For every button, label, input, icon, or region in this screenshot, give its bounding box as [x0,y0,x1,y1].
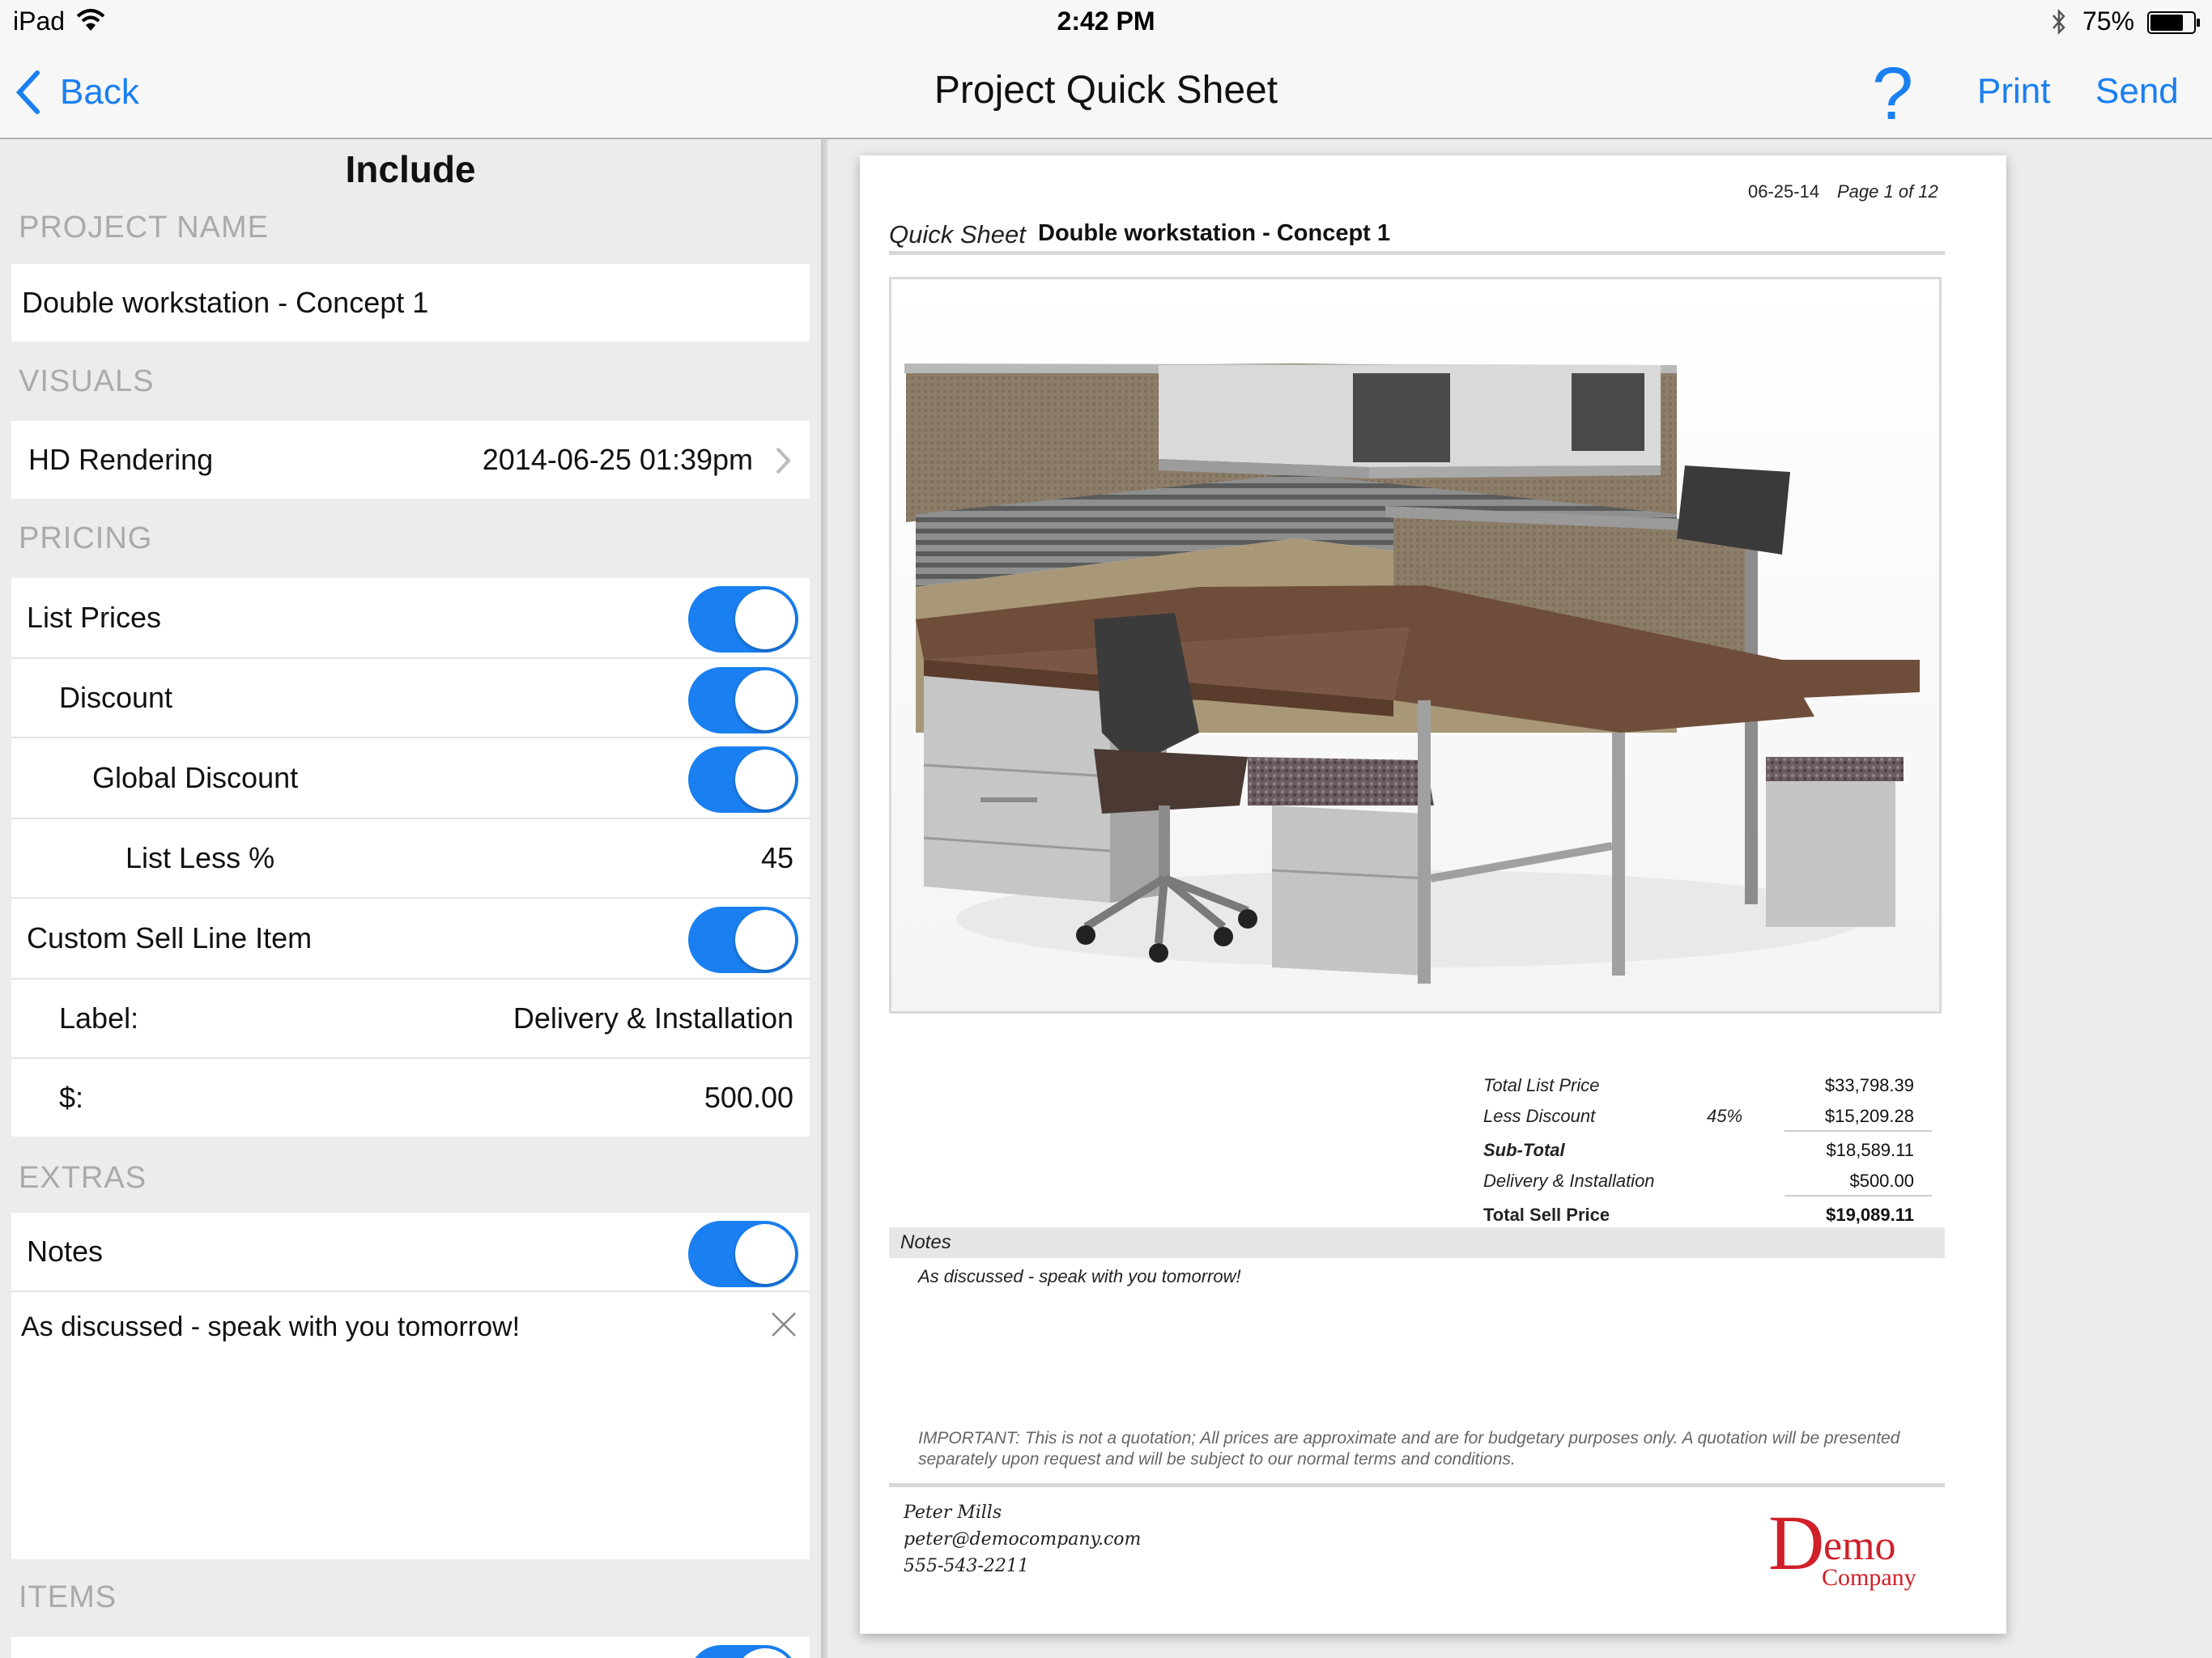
sheet-project-name: Double workstation - Concept 1 [1038,220,1391,246]
list-prices-toggle[interactable] [688,586,798,653]
notes-textarea[interactable]: As discussed - speak with you tomorrow! [11,1292,810,1559]
navigation-bar: Back Project Quick Sheet ? Print Send [0,45,2212,139]
discount-row: Discount [11,659,810,737]
notes-header-bar: Notes [889,1227,1945,1258]
chevron-right-icon [776,447,791,474]
section-extras: EXTRAS [19,1161,147,1195]
total-sell-price-value: $19,089.11 [1826,1205,1914,1225]
total-list-price-value: $33,798.39 [1824,1075,1914,1095]
company-logo: D emo Company [1768,1506,1916,1591]
notes-row: Notes [11,1213,810,1290]
line-item-amount-row[interactable]: $: 500.00 [11,1059,810,1137]
sheet-page-number: Page 1 of 12 [1837,181,1938,202]
status-time: 2:42 PM [1057,6,1155,36]
hd-rendering-image [889,277,1942,1014]
list-less-value[interactable]: 45 [761,819,793,897]
logo-initial: D [1768,1506,1824,1586]
notes-toggle[interactable] [688,1221,798,1287]
contact-name: Peter Mills [904,1503,1002,1523]
send-button[interactable]: Send [2095,71,2179,112]
notes-textarea-text: As discussed - speak with you tomorrow! [21,1312,521,1342]
notes-label: Notes [27,1235,104,1268]
list-less-label: List Less % [125,841,275,874]
print-button[interactable]: Print [1977,71,2050,112]
global-discount-label: Global Discount [92,761,299,794]
hd-rendering-row[interactable]: HD Rendering 2014-06-25 01:39pm [11,421,810,499]
header-rule [889,251,1945,255]
subtotal-value: $18,589.11 [1826,1140,1914,1160]
help-button[interactable]: ? [1872,57,1913,131]
list-prices-label: List Prices [27,601,162,634]
toggle-knob [735,750,795,810]
totals-rule [1784,1130,1932,1132]
contact-phone: 555-543-2211 [904,1556,1029,1576]
logo-name: emo [1823,1523,1896,1569]
bluetooth-icon [2052,8,2065,36]
global-discount-toggle[interactable] [688,746,798,813]
project-name-value: Double workstation - Concept 1 [22,286,429,319]
panel-header: Include [345,148,476,190]
notes-header: Notes [900,1231,951,1253]
contact-email: peter@democompany.com [904,1529,1142,1550]
logo-sub: Company [1822,1564,1916,1591]
toggle-knob [735,1224,795,1284]
total-list-price-label: Total List Price [1483,1075,1600,1095]
custom-sell-row: Custom Sell Line Item [11,899,810,978]
line-item-amount-label: $: [59,1081,84,1114]
toggle-knob [735,589,795,649]
toggle-knob [735,910,795,970]
toggle-knob [735,1648,795,1658]
subtotal-label: Sub-Total [1483,1140,1565,1160]
less-discount-value: $15,209.28 [1824,1106,1914,1126]
line-item-label-value[interactable]: Delivery & Installation [513,980,793,1057]
hd-rendering-date: 2014-06-25 01:39pm [482,443,753,476]
hd-rendering-label: HD Rendering [28,443,214,476]
section-project-name: PROJECT NAME [19,210,270,244]
toggle-knob [735,670,795,730]
line-item-amount-value[interactable]: 500.00 [704,1059,793,1137]
totals-rule [1784,1195,1932,1197]
less-discount-percent: 45% [1707,1106,1743,1126]
panel-divider [821,139,827,1658]
custom-sell-toggle[interactable] [688,907,798,973]
delivery-value: $500.00 [1849,1171,1914,1191]
status-bar: iPad 2:42 PM 75% [0,0,2212,45]
section-items: ITEMS [19,1580,117,1614]
sheet-notes-text: As discussed - speak with you tomorrow! [918,1266,1241,1286]
items-toggle[interactable] [688,1645,798,1658]
footer-rule [889,1483,1945,1487]
quick-sheet-preview[interactable]: 06-25-14 Page 1 of 12 Quick Sheet Double… [860,155,2006,1634]
list-prices-row: List Prices [11,578,810,657]
less-discount-label: Less Discount [1483,1106,1596,1126]
items-row [11,1637,810,1658]
project-name-field[interactable]: Double workstation - Concept 1 [11,264,810,342]
include-settings-panel[interactable]: Include PROJECT NAME Double workstation … [0,139,821,1658]
discount-label: Discount [59,681,173,714]
discount-toggle[interactable] [688,667,798,733]
section-pricing: PRICING [19,521,153,555]
line-item-label-row[interactable]: Label: Delivery & Installation [11,980,810,1057]
delivery-label: Delivery & Installation [1483,1171,1655,1191]
battery-icon [2147,11,2200,34]
quick-sheet-label: Quick Sheet [889,220,1026,249]
total-sell-price-label: Total Sell Price [1483,1205,1610,1225]
sheet-date: 06-25-14 [1748,181,1820,202]
section-visuals: VISUALS [19,364,155,398]
list-less-row[interactable]: List Less % 45 [11,819,810,897]
global-discount-row: Global Discount [11,738,810,818]
line-item-label-label: Label: [59,1001,139,1035]
close-icon[interactable] [769,1310,798,1339]
custom-sell-label: Custom Sell Line Item [27,921,313,954]
workstation-rendering [891,279,1939,1011]
battery-percent: 75% [2082,6,2135,36]
disclaimer-text: IMPORTANT: This is not a quotation; All … [918,1429,1900,1469]
